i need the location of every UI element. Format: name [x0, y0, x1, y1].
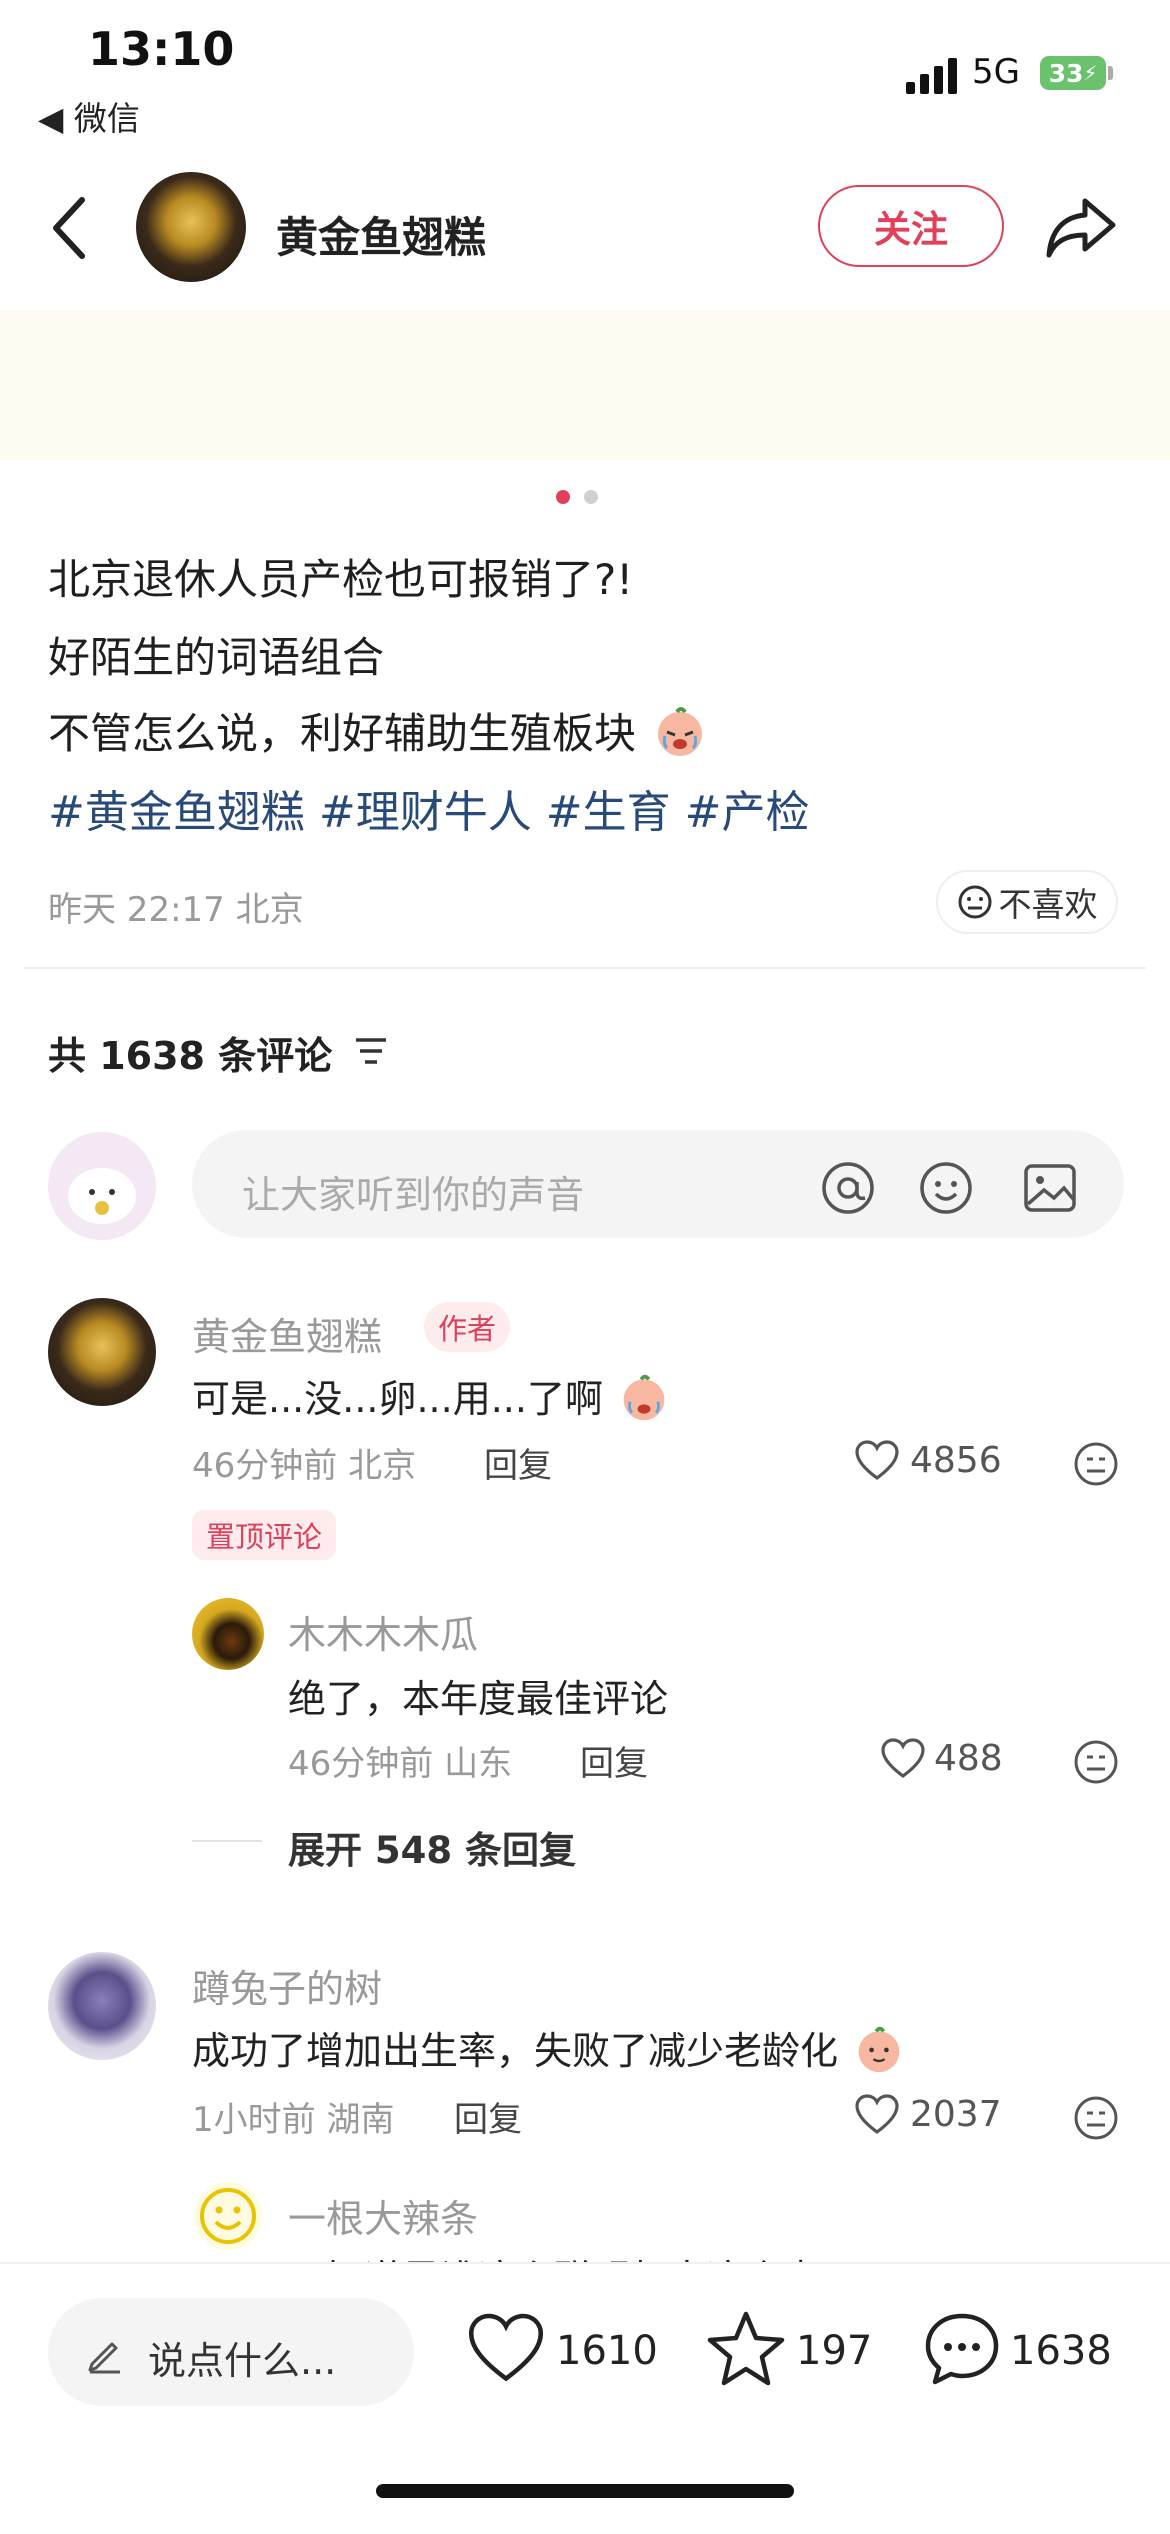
comment-text-body: 可是...没...卵...用...了啊 — [192, 1377, 603, 1421]
expand-divider — [192, 1840, 262, 1842]
author-avatar[interactable] — [136, 172, 246, 282]
reply-avatar[interactable] — [192, 1598, 264, 1670]
reply-text-partial: 不知道是谁这么聪明想出这个点子 — [288, 2248, 858, 2262]
post-text-line-3-text: 不管怎么说，利好辅助生殖板块 — [48, 709, 637, 758]
comment-author-name[interactable]: 蹲兔子的树 — [192, 1958, 382, 2013]
network-type: 5G — [972, 52, 1020, 92]
peach-face-emoji-icon — [858, 2026, 900, 2073]
author-name[interactable]: 黄金鱼翅糕 — [276, 204, 486, 265]
more-face-icon[interactable] — [1072, 1738, 1120, 1786]
like-count: 4856 — [910, 1440, 1002, 1481]
crying-face-emoji-icon — [623, 1374, 665, 1421]
battery-level: 33 — [1048, 58, 1084, 88]
at-mention-icon[interactable] — [820, 1160, 876, 1216]
hashtag-link[interactable]: #生育 — [546, 787, 671, 838]
heart-icon[interactable] — [880, 1738, 926, 1780]
reply-meta: 46分钟前 山东 — [288, 1744, 513, 1784]
comment-author-name[interactable]: 黄金鱼翅糕 — [192, 1306, 382, 1361]
dislike-label: 不喜欢 — [998, 885, 1098, 924]
post-star-count: 197 — [796, 2328, 873, 2374]
pencil-icon — [88, 2342, 120, 2374]
post-like-count: 1610 — [556, 2328, 658, 2374]
comment-avatar[interactable] — [48, 1952, 156, 2060]
comment-text: 可是...没...卵...用...了啊 — [192, 1368, 669, 1423]
battery-indicator: 33 ⚡ — [1040, 56, 1106, 90]
post-time-location: 昨天 22:17 北京 — [48, 890, 304, 930]
crying-face-emoji-icon — [658, 707, 703, 756]
more-face-icon[interactable] — [1072, 1440, 1120, 1488]
star-collect-icon[interactable] — [706, 2310, 786, 2388]
post-text-line-2: 好陌生的词语组合 — [48, 633, 385, 682]
battery-tip — [1108, 66, 1113, 80]
back-arrow-icon[interactable] — [50, 196, 90, 260]
status-time: 13:10 — [88, 22, 235, 76]
post-text-line-1: 北京退休人员产检也可报销了?! — [48, 555, 634, 604]
say-something-placeholder: 说点什么... — [148, 2339, 337, 2383]
heart-icon[interactable] — [854, 1440, 900, 1482]
image-picker-icon[interactable] — [1022, 1160, 1078, 1216]
post-hashtags: #黄金鱼翅糕 #理财牛人 #生育 #产检 — [48, 776, 824, 840]
comment-bubble-icon[interactable] — [922, 2310, 1002, 2388]
heart-icon[interactable] — [854, 2094, 900, 2136]
back-to-wechat-link[interactable]: ◀ 微信 — [38, 92, 140, 140]
reply-text: 绝了，本年度最佳评论 — [288, 1677, 669, 1721]
my-avatar-illustration — [68, 1168, 136, 1224]
divider — [24, 967, 1146, 969]
post-comment-count: 1638 — [1010, 2328, 1112, 2374]
pinned-comment-badge: 置顶评论 — [192, 1510, 337, 1560]
like-heart-icon[interactable] — [466, 2312, 546, 2386]
share-icon[interactable] — [1045, 195, 1117, 259]
comment-count: 共 1638 条评论 — [48, 1034, 333, 1078]
emoji-icon[interactable] — [918, 1160, 974, 1216]
hashtag-link[interactable]: #理财牛人 — [319, 787, 532, 838]
reply-button[interactable]: 回复 — [580, 1736, 648, 1785]
like-count: 488 — [934, 1738, 1003, 1779]
reply-author-name[interactable]: 一根大辣条 — [288, 2188, 478, 2243]
more-face-icon[interactable] — [1072, 2094, 1120, 2142]
reply-button[interactable]: 回复 — [484, 1438, 552, 1487]
my-avatar — [48, 1132, 156, 1240]
hashtag-link[interactable]: #黄金鱼翅糕 — [48, 787, 305, 838]
like-count: 2037 — [910, 2094, 1002, 2135]
sort-filter-icon[interactable] — [354, 1036, 388, 1066]
comment-meta: 46分钟前 北京 — [192, 1446, 417, 1486]
post-image-carousel[interactable] — [0, 310, 1170, 460]
home-indicator — [376, 2484, 794, 2498]
follow-button[interactable]: 关注 — [818, 185, 1004, 267]
reply-button[interactable]: 回复 — [454, 2092, 522, 2141]
comment-meta: 1小时前 湖南 — [192, 2100, 395, 2140]
dislike-button[interactable]: 不喜欢 — [936, 870, 1118, 934]
comment-avatar[interactable] — [48, 1298, 156, 1406]
comment-text-body: 成功了增加出生率，失败了减少老龄化 — [192, 2029, 839, 2073]
neutral-face-icon — [958, 885, 991, 919]
hashtag-link[interactable]: #产检 — [685, 787, 810, 838]
cellular-signal-icon — [906, 58, 957, 94]
comment-text: 成功了增加出生率，失败了减少老龄化 — [192, 2020, 904, 2075]
reply-author-name[interactable]: 木木木木瓜 — [288, 1604, 478, 1659]
author-badge: 作者 — [424, 1302, 511, 1352]
expand-replies-button[interactable]: 展开 548 条回复 — [288, 1820, 576, 1874]
comment-input-placeholder: 让大家听到你的声音 — [242, 1173, 585, 1217]
reply-avatar-smiley-icon[interactable] — [192, 2180, 264, 2252]
post-text-line-3: 不管怎么说，利好辅助生殖板块 — [48, 700, 707, 761]
